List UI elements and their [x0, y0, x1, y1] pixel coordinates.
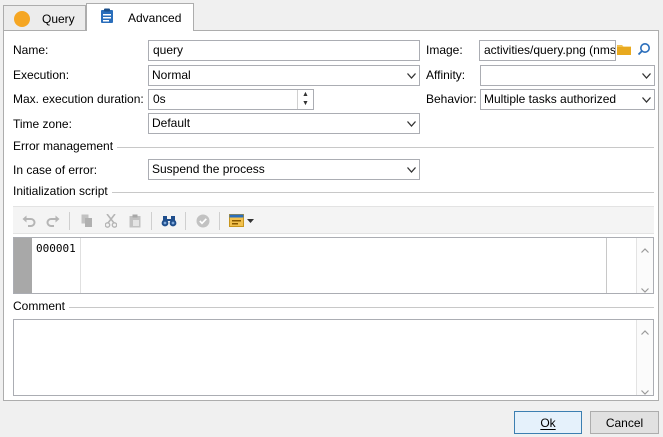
- paste-icon[interactable]: [125, 211, 145, 231]
- toolbar-separator: [151, 212, 152, 230]
- insert-field-dropdown-icon[interactable]: [227, 211, 259, 231]
- comment-section-title: Comment: [13, 299, 70, 313]
- spin-down-icon[interactable]: ▼: [298, 99, 313, 108]
- duration-spinner[interactable]: ▲ ▼: [297, 90, 313, 109]
- comment-section-divider: [13, 307, 654, 308]
- name-field[interactable]: query: [148, 40, 420, 61]
- chevron-down-icon: [638, 90, 654, 109]
- cancel-button[interactable]: Cancel: [590, 411, 659, 434]
- binoculars-icon[interactable]: [159, 211, 179, 231]
- tab-advanced-label: Advanced: [128, 10, 182, 25]
- tab-bar: Query Advanced: [0, 0, 663, 31]
- line-number-divider: [80, 238, 81, 293]
- comment-scrollbar[interactable]: [636, 320, 653, 395]
- affinity-label: Affinity:: [426, 68, 466, 82]
- undo-icon[interactable]: [19, 211, 39, 231]
- behavior-select[interactable]: Multiple tasks authorized: [480, 89, 655, 110]
- chevron-down-icon: [403, 160, 419, 179]
- cut-icon[interactable]: [101, 211, 121, 231]
- orange-circle-icon: [14, 10, 30, 27]
- editor-margin-line: [606, 238, 607, 293]
- redo-icon[interactable]: [43, 211, 63, 231]
- behavior-label: Behavior:: [426, 92, 477, 106]
- max-duration-label: Max. execution duration:: [13, 92, 144, 106]
- scroll-up-icon[interactable]: [641, 324, 649, 338]
- timezone-value: Default: [152, 116, 191, 130]
- affinity-select[interactable]: [480, 65, 655, 86]
- name-value: query: [153, 43, 184, 57]
- advanced-panel: Name: query Image: activities/query.png …: [3, 30, 659, 401]
- chevron-down-icon: [403, 66, 419, 85]
- script-scrollbar[interactable]: [636, 238, 653, 293]
- script-editor[interactable]: 000001: [13, 237, 654, 294]
- toolbar-separator: [69, 212, 70, 230]
- tab-query[interactable]: Query: [3, 5, 86, 31]
- max-duration-value: 0s: [153, 92, 166, 106]
- editor-gutter: [14, 238, 32, 293]
- search-icon[interactable]: [637, 42, 651, 59]
- behavior-value: Multiple tasks authorized: [484, 92, 617, 106]
- image-field[interactable]: activities/query.png (nms: [479, 40, 616, 61]
- toolbar-separator: [219, 212, 220, 230]
- chevron-down-icon: [403, 114, 419, 133]
- timezone-select[interactable]: Default: [148, 113, 420, 134]
- spin-up-icon[interactable]: ▲: [298, 90, 313, 99]
- name-label: Name:: [13, 43, 49, 57]
- scroll-down-icon[interactable]: [641, 384, 649, 398]
- ok-button-label: Ok: [540, 415, 556, 430]
- execution-label: Execution:: [13, 68, 70, 82]
- scroll-down-icon[interactable]: [641, 282, 649, 296]
- toolbar-separator: [185, 212, 186, 230]
- folder-icon[interactable]: [617, 43, 631, 59]
- scroll-up-icon[interactable]: [641, 242, 649, 256]
- copy-icon[interactable]: [77, 211, 97, 231]
- in-case-of-error-select[interactable]: Suspend the process: [148, 159, 420, 180]
- timezone-label: Time zone:: [13, 117, 72, 131]
- cancel-button-label: Cancel: [605, 415, 644, 430]
- image-value: activities/query.png (nms: [484, 43, 616, 57]
- image-label: Image:: [426, 43, 463, 57]
- in-case-of-error-label: In case of error:: [13, 163, 98, 177]
- line-number: 000001: [36, 242, 76, 255]
- script-section-title: Initialization script: [13, 184, 112, 198]
- chevron-down-icon: [638, 66, 654, 85]
- script-toolbar: [13, 206, 654, 234]
- ok-button[interactable]: Ok: [514, 411, 582, 434]
- clipboard-icon: [100, 8, 114, 27]
- tab-advanced[interactable]: Advanced: [86, 3, 194, 31]
- check-syntax-icon[interactable]: [193, 211, 213, 231]
- execution-select[interactable]: Normal: [148, 65, 420, 86]
- tab-query-label: Query: [42, 11, 75, 26]
- comment-textarea[interactable]: [13, 319, 654, 396]
- in-case-of-error-value: Suspend the process: [152, 162, 265, 176]
- max-duration-field[interactable]: 0s ▲ ▼: [148, 89, 314, 110]
- error-section-title: Error management: [13, 139, 118, 153]
- execution-value: Normal: [152, 68, 191, 82]
